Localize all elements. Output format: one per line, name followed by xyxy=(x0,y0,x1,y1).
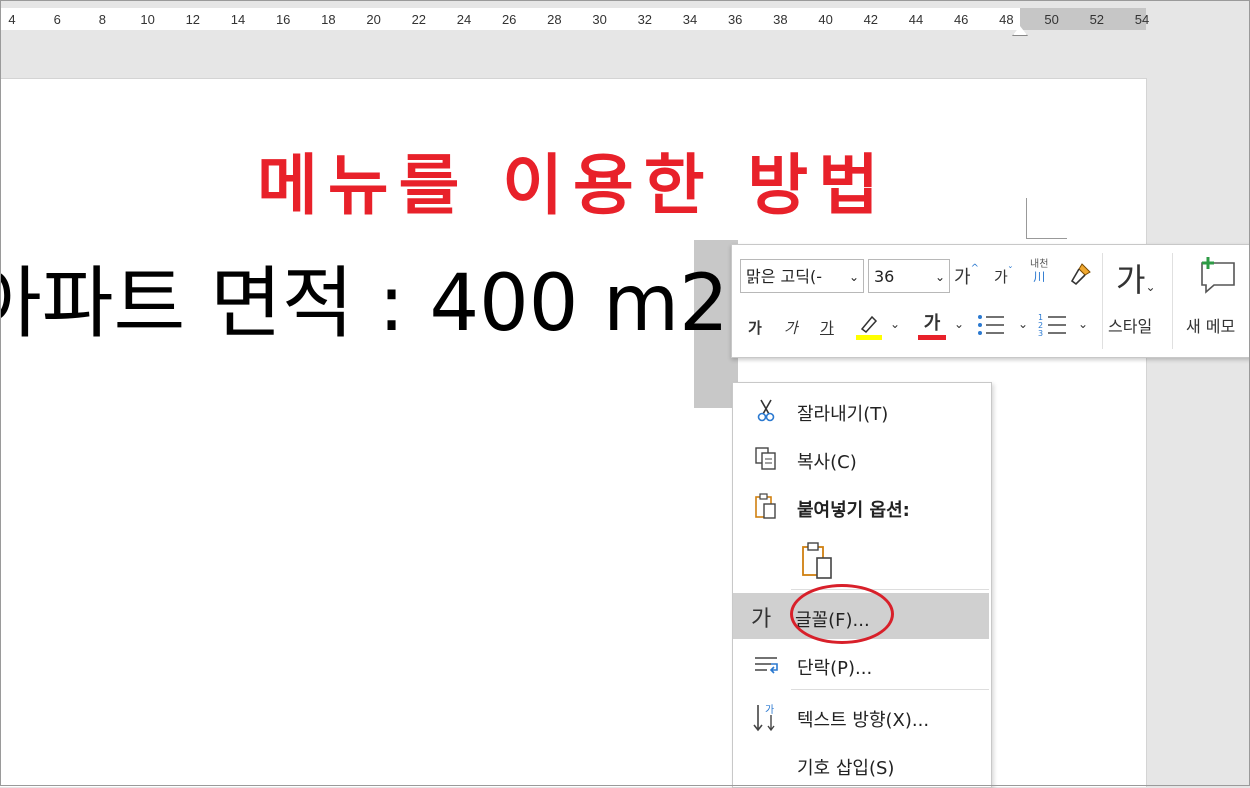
menu-separator xyxy=(791,689,989,690)
copy-icon xyxy=(753,445,779,471)
chevron-down-icon[interactable]: ⌄ xyxy=(1018,317,1028,331)
ruler-number: 4 xyxy=(8,12,16,27)
ruler-number: 6 xyxy=(53,12,61,27)
ruler-number: 18 xyxy=(321,12,336,27)
ruler-number: 14 xyxy=(230,12,246,27)
ruler-number: 24 xyxy=(456,12,472,27)
menu-item-paste-options: 붙여넣기 옵션: xyxy=(733,483,989,529)
font-color-button[interactable]: 가 xyxy=(918,309,946,340)
text-direction-icon: 가 xyxy=(753,703,779,732)
font-icon: 가 xyxy=(751,607,772,632)
ruler-number: 10 xyxy=(140,12,155,27)
svg-text:가: 가 xyxy=(765,704,774,716)
bullets-icon[interactable] xyxy=(976,311,1006,339)
ruler-number: 20 xyxy=(366,12,381,27)
ruler-number: 46 xyxy=(953,12,969,27)
ruler-number: 52 xyxy=(1089,12,1105,27)
right-indent-marker[interactable] xyxy=(1012,25,1028,36)
mini-toolbar: 맑은 고딕(- ⌄ 36 ⌄ 가^ 가ˇ 내천 川 가⌄ 스타일 새 메모 가 … xyxy=(731,244,1250,358)
ruler-number: 12 xyxy=(185,12,201,27)
ruler-number: 42 xyxy=(863,12,879,27)
underline-button[interactable]: 가 xyxy=(820,317,834,338)
ruler-number: 28 xyxy=(547,12,562,27)
ruler-number: 54 xyxy=(1134,12,1150,27)
menu-item-text-direction[interactable]: 가 텍스트 방향(X)... xyxy=(733,693,989,739)
grow-font-button[interactable]: 가^ xyxy=(954,263,979,289)
paste-icon xyxy=(753,493,779,519)
numbering-icon[interactable]: 123 xyxy=(1038,311,1068,339)
ruler-number: 26 xyxy=(501,12,517,27)
font-size-combo[interactable]: 36 ⌄ xyxy=(868,259,950,293)
menu-item-paste-keep-text[interactable] xyxy=(733,533,989,589)
paste-keep-text-icon[interactable] xyxy=(799,541,835,581)
bold-button[interactable]: 가 xyxy=(748,317,762,338)
ruler-number: 50 xyxy=(1044,12,1059,27)
ruler-number: 34 xyxy=(682,12,698,27)
ruler-number: 8 xyxy=(98,12,107,27)
ruler-number: 40 xyxy=(818,12,833,27)
font-size-value: 36 xyxy=(874,267,895,286)
margin-corner-mark xyxy=(1026,198,1067,239)
shrink-font-button[interactable]: 가ˇ xyxy=(994,266,1013,287)
chevron-down-icon: ⌄ xyxy=(848,270,859,284)
menu-item-cut[interactable]: 잘라내기(T) xyxy=(733,387,989,433)
paragraph-icon xyxy=(753,651,779,677)
ruler-number: 22 xyxy=(411,12,427,27)
document-body-text[interactable]: 아파트 면적 : 400 m2 xyxy=(0,258,729,352)
toolbar-separator xyxy=(1172,253,1173,349)
chevron-down-icon[interactable]: ⌄ xyxy=(954,317,964,331)
styles-button[interactable]: 가⌄ xyxy=(1116,255,1156,301)
chevron-down-icon[interactable]: ⌄ xyxy=(890,317,900,331)
menu-item-paragraph[interactable]: 단락(P)... xyxy=(733,641,989,687)
toolbar-separator xyxy=(1102,253,1103,349)
ruler-number: 48 xyxy=(999,12,1014,27)
italic-button[interactable]: 가 xyxy=(784,317,798,338)
format-painter-icon[interactable] xyxy=(1068,261,1094,287)
highlight-color-button[interactable] xyxy=(854,311,884,341)
scissors-icon xyxy=(753,397,779,423)
ruler-number: 30 xyxy=(592,12,607,27)
horizontal-ruler[interactable]: 4 6 8 10 12 14 16 18 20 22 24 26 28 30 32 34 36 38 40 42 44 4… xyxy=(0,0,1250,36)
chevron-down-icon[interactable]: ⌄ xyxy=(1078,317,1088,331)
annotation-circle xyxy=(790,584,894,644)
phonetic-guide-button[interactable]: 내천 川 xyxy=(1030,259,1048,283)
ruler-number: 44 xyxy=(908,12,924,27)
menu-item-insert-symbol[interactable]: 기호 삽입(S) xyxy=(733,741,989,787)
styles-label: 스타일 xyxy=(1108,317,1153,336)
svg-text:3: 3 xyxy=(1038,329,1043,338)
document-title: 메뉴를 이용한 방법 xyxy=(257,147,889,224)
new-comment-icon[interactable] xyxy=(1198,255,1238,297)
ruler-number: 38 xyxy=(773,12,788,27)
chevron-down-icon: ⌄ xyxy=(934,270,945,284)
ruler-margin-area xyxy=(1020,8,1146,30)
font-name-value: 맑은 고딕(- xyxy=(746,267,822,286)
ruler-number: 36 xyxy=(727,12,743,27)
context-menu: 잘라내기(T) 복사(C) 붙여넣기 옵션: 가 글꼴(F)... 단락(P).… xyxy=(732,382,992,788)
menu-item-copy[interactable]: 복사(C) xyxy=(733,435,989,481)
font-name-combo[interactable]: 맑은 고딕(- ⌄ xyxy=(740,259,864,293)
ruler-number: 32 xyxy=(637,12,653,27)
ruler-number: 16 xyxy=(275,12,291,27)
new-comment-label: 새 메모 xyxy=(1186,317,1236,336)
